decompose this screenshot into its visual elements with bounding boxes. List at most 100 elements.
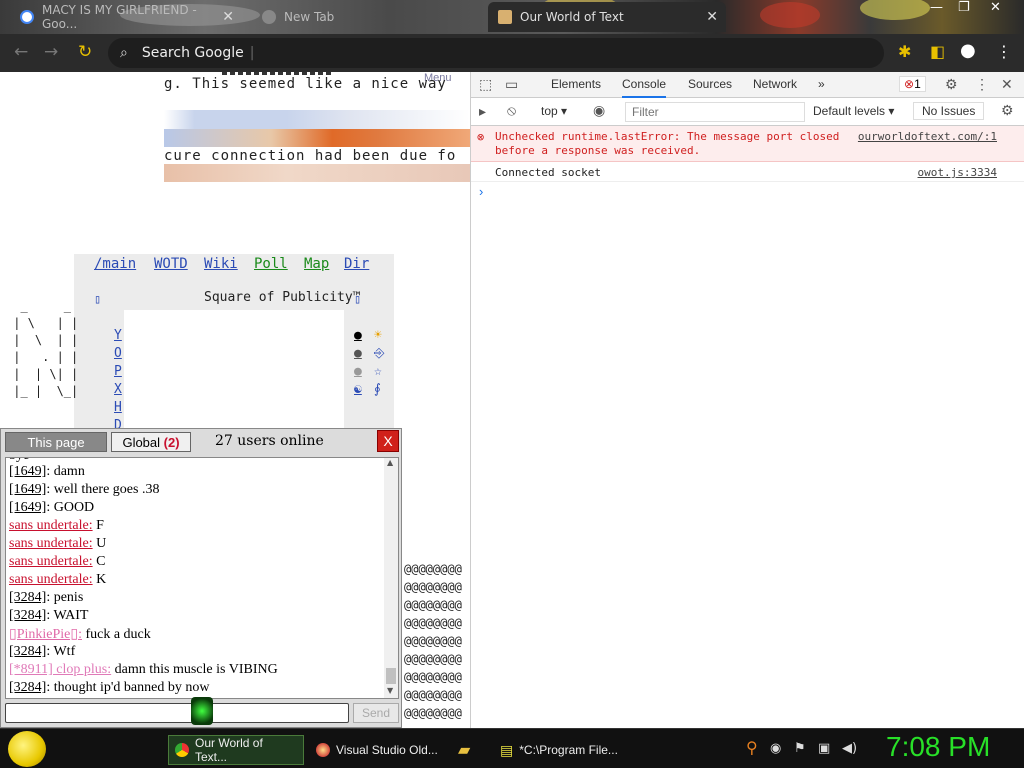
error-counter[interactable]: ⊗1	[899, 76, 926, 92]
close-tab-icon[interactable]: ✕	[222, 9, 234, 25]
close-window-icon[interactable]: ✕	[990, 0, 1001, 15]
chat-nickname[interactable]: [1649]	[9, 464, 46, 479]
star-icon[interactable]: ☆	[374, 364, 382, 379]
levels-dropdown[interactable]: Default levels ▾	[813, 104, 894, 118]
dot-icon[interactable]: ●	[354, 364, 362, 379]
square-right-glyph[interactable]: ▯	[354, 292, 361, 306]
eye-icon[interactable]: ◉	[593, 102, 605, 119]
nav-link-wiki[interactable]: Wiki	[204, 256, 238, 272]
kebab-menu-icon[interactable]: ⋮	[996, 42, 1012, 61]
log-source-link[interactable]: owot.js:3334	[918, 166, 997, 179]
sidepanel-icon[interactable]: ◧	[930, 42, 945, 61]
settings-gear-icon[interactable]: ⚙	[945, 76, 958, 93]
tab-new-tab[interactable]: New Tab	[252, 2, 482, 32]
diamond-icon[interactable]: ⎆	[374, 346, 384, 361]
nav-link-poll[interactable]: Poll	[254, 256, 288, 272]
kebab-menu-icon[interactable]: ⋮	[975, 76, 989, 93]
console-prompt[interactable]: ›	[479, 184, 483, 199]
yin-yang-icon[interactable]: ☯	[354, 382, 362, 397]
minimize-icon[interactable]: —	[930, 0, 943, 15]
tab-macy[interactable]: MACY IS MY GIRLFRIEND - Goo... ✕	[10, 2, 242, 32]
symbol-icon[interactable]: ∮	[374, 382, 381, 397]
sun-icon[interactable]: ☀	[374, 328, 382, 343]
scroll-thumb[interactable]	[386, 668, 396, 684]
chat-send-button[interactable]: Send	[353, 703, 399, 723]
nav-link-dir[interactable]: Dir	[344, 256, 369, 272]
nav-link-map[interactable]: Map	[304, 256, 329, 272]
flag-icon[interactable]: ⚑	[794, 741, 806, 756]
scroll-up-icon[interactable]: ▲	[387, 458, 393, 467]
tab-title: MACY IS MY GIRLFRIEND - Goo...	[42, 3, 197, 31]
vertical-link[interactable]: O	[114, 346, 122, 361]
chat-tab-this-page[interactable]: This page	[5, 432, 107, 452]
chat-nickname[interactable]: sans undertale:	[9, 536, 93, 551]
profile-avatar-icon[interactable]: ●	[960, 40, 976, 61]
chat-nickname[interactable]: ▯PinkiePie▯:	[9, 627, 82, 642]
volume-icon[interactable]: ◀)	[842, 741, 857, 756]
chat-log[interactable]: bye [1649]: damn [1649]: well there goes …	[5, 457, 399, 699]
chat-bubble-icon[interactable]: ◉	[770, 741, 781, 756]
chat-nickname[interactable]: [1649]	[9, 482, 46, 497]
tab-sources[interactable]: Sources	[688, 77, 732, 91]
nav-link-main[interactable]: /main	[94, 256, 136, 272]
issues-button[interactable]: No Issues	[913, 102, 985, 120]
browser-toolbar: ← → ↻ ⌕ Search Google | ✱ ◧ ● ⋮	[0, 34, 1024, 72]
chat-nickname[interactable]: [1649]	[9, 500, 46, 515]
nav-link-wotd[interactable]: WOTD	[154, 256, 188, 272]
taskbar-clock[interactable]: 7:08 PM	[886, 731, 990, 763]
error-source-link[interactable]: ourworldoftext.com/:1	[858, 130, 997, 143]
chat-tab-global[interactable]: Global (2)	[111, 432, 191, 452]
chat-nickname[interactable]: [3284]	[9, 608, 46, 623]
vertical-link[interactable]: P	[114, 364, 122, 379]
chat-nickname[interactable]: sans undertale:	[9, 554, 93, 569]
search-icon[interactable]: ⚲	[746, 738, 758, 757]
console-settings-icon[interactable]: ⚙	[1001, 102, 1014, 119]
chat-nickname[interactable]: sans undertale:	[9, 518, 93, 533]
chat-message: [1649]: damn	[9, 464, 85, 480]
more-tabs-icon[interactable]: »	[818, 77, 825, 91]
restore-icon[interactable]: ❐	[958, 0, 970, 15]
chat-scrollbar[interactable]: ▲ ▼	[384, 458, 398, 698]
inspect-icon[interactable]: ⬚	[479, 76, 492, 93]
vertical-link[interactable]: Y	[114, 328, 122, 343]
taskbar-item-folder[interactable]: ▰	[452, 735, 488, 765]
vertical-link[interactable]: H	[114, 400, 122, 415]
tab-console[interactable]: Console	[622, 77, 667, 98]
close-tab-icon[interactable]: ✕	[706, 9, 718, 25]
taskbar-item-visual-studio[interactable]: Visual Studio Old...	[310, 735, 444, 765]
tab-network[interactable]: Network	[753, 77, 797, 91]
network-icon[interactable]: ▣	[818, 741, 830, 756]
chat-text: WAIT	[50, 608, 89, 623]
extensions-icon[interactable]: ✱	[898, 42, 911, 61]
taskbar-item-notepad[interactable]: ▤ *C:\Program File...	[494, 735, 626, 765]
square-left-glyph[interactable]: ▯	[94, 292, 101, 306]
chat-input[interactable]	[5, 703, 349, 723]
tab-our-world-of-text[interactable]: Our World of Text ✕	[488, 2, 726, 32]
dot-icon[interactable]: ●	[354, 328, 362, 343]
clear-console-icon[interactable]: ⦸	[507, 102, 516, 119]
reload-icon[interactable]: ↻	[78, 42, 92, 62]
address-bar[interactable]: ⌕ Search Google |	[108, 38, 884, 68]
start-button-smiley-icon[interactable]	[8, 731, 46, 767]
back-icon[interactable]: ←	[14, 42, 28, 62]
chat-nickname[interactable]: [3284]	[9, 644, 46, 659]
chat-nickname[interactable]: [3284]	[9, 680, 46, 695]
forward-icon[interactable]: →	[44, 42, 58, 62]
chat-nickname[interactable]: [*8911] clop plus:	[9, 662, 111, 677]
at-row: @@@@@@@@	[404, 634, 462, 648]
console-filter-input[interactable]	[625, 102, 805, 122]
sidebar-toggle-icon[interactable]: ▸	[479, 103, 486, 120]
chat-close-button[interactable]: X	[377, 430, 399, 452]
tab-elements[interactable]: Elements	[551, 77, 601, 91]
dot-icon[interactable]: ●	[354, 346, 362, 361]
vertical-link[interactable]: X	[114, 382, 122, 397]
context-selector[interactable]: top ▾	[541, 104, 567, 118]
chat-nickname[interactable]: [3284]	[9, 590, 46, 605]
chat-nickname[interactable]: sans undertale:	[9, 572, 93, 587]
scroll-down-icon[interactable]: ▼	[387, 686, 393, 695]
chat-message: sans undertale: U	[9, 536, 106, 552]
device-toggle-icon[interactable]: ▭	[505, 76, 518, 93]
users-online-count: 27 users online	[215, 433, 324, 449]
close-devtools-icon[interactable]: ✕	[1001, 76, 1013, 93]
taskbar-item-chrome[interactable]: Our World of Text...	[168, 735, 304, 765]
